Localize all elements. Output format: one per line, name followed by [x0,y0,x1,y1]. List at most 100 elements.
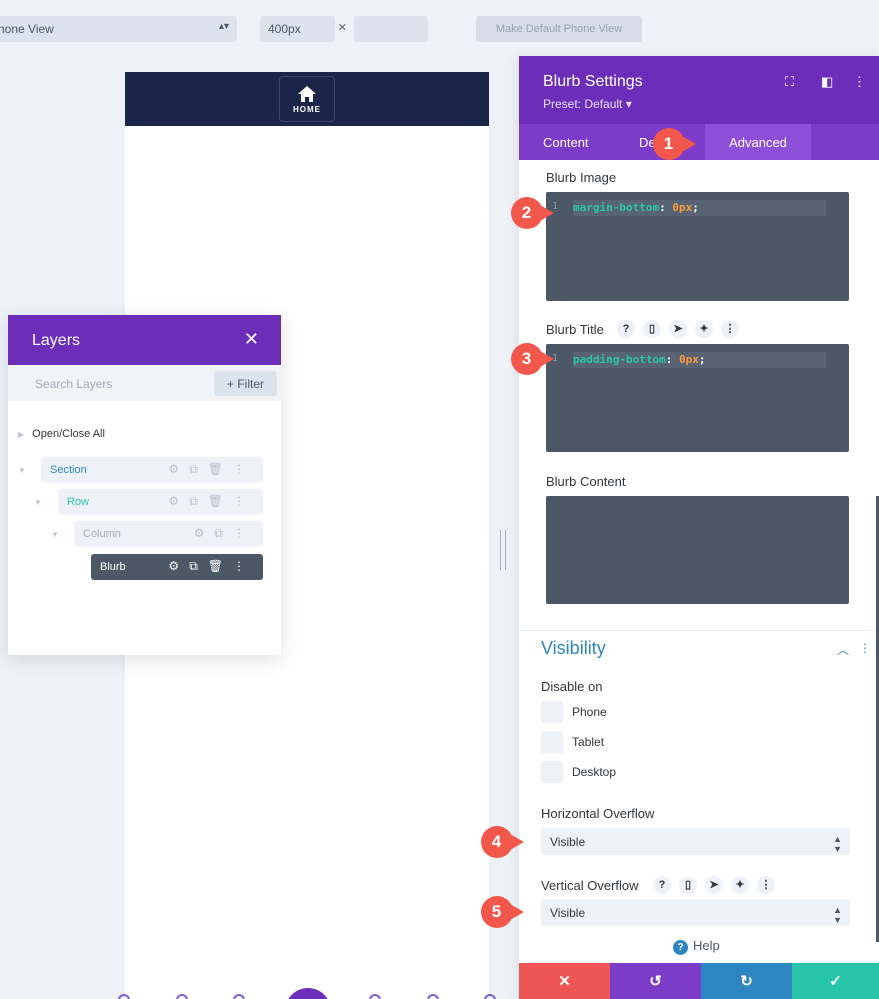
horizontal-overflow-label: Horizontal Overflow [541,806,655,821]
preset-selector[interactable]: Preset: Default ▾ [543,97,632,111]
tab-advanced[interactable]: Advanced [705,124,811,160]
select-arrows-icon: ▴▾ [218,21,229,32]
callout-marker-4: 4 [480,824,524,861]
preview-site-header: HOME [125,72,489,126]
section-divider [519,630,879,631]
more-icon[interactable]: ⋮ [233,494,255,508]
layers-header: Layers ✕ [8,315,281,365]
duplicate-icon[interactable]: ⧉ [189,494,208,508]
more-icon[interactable]: ⋮ [233,559,255,573]
cursor-icon[interactable]: ➤ [669,320,687,338]
css-property: padding-bottom [573,353,666,366]
more-icon[interactable]: ⋮ [859,641,871,655]
layers-panel: Layers ✕ Search Layers + Filter ▶ Open/Cl… [8,315,281,655]
cursor-icon[interactable]: ➤ [705,876,723,894]
css-value: 0px [672,201,693,214]
vertical-overflow-select[interactable]: Visible ▲ ▼ [541,899,850,926]
layer-actions: ⚙⧉🗑⋮ [168,559,255,574]
blurb-content-css-editor[interactable] [546,496,849,604]
question-icon[interactable]: ? [653,876,671,894]
filter-button[interactable]: + Filter [214,371,277,396]
view-mode-value: hone View [0,22,54,36]
builder-circle-button[interactable] [118,994,130,999]
checkbox[interactable] [541,701,563,723]
question-icon[interactable]: ? [617,320,635,338]
field-tools: ? ▯ ➤ ✦ ⋮ [617,320,747,338]
select-value: Visible [550,906,586,920]
callout-marker-1: 1 [652,126,696,163]
more-icon[interactable]: ⋮ [721,320,739,338]
disable-on-label: Disable on [541,679,603,694]
layer-item-column[interactable]: Column ⚙⧉⋮ [74,521,263,547]
gear-icon[interactable]: ⚙ [168,559,189,573]
search-layers-input[interactable]: Search Layers [35,377,112,391]
visibility-toggle[interactable]: Visibility [541,638,606,659]
view-mode-select[interactable]: hone View ▴▾ [0,16,237,42]
open-close-all-label: Open/Close All [32,428,105,440]
horizontal-overflow-select[interactable]: Visible ▲ ▼ [541,828,850,855]
builder-circle-button[interactable] [427,994,439,999]
phone-icon[interactable]: ▯ [679,876,697,894]
make-default-view-button[interactable]: Make Default Phone View [476,16,642,42]
phone-icon[interactable]: ▯ [643,320,661,338]
layer-item-row[interactable]: Row ⚙⧉🗑⋮ [58,489,263,515]
help-link[interactable]: ? Help [673,938,720,955]
builder-circle-button[interactable] [233,994,245,999]
settings-title: Blurb Settings [543,73,643,90]
close-icon: ✕ [558,973,571,990]
question-icon: ? [673,940,688,955]
layer-item-blurb[interactable]: Blurb ⚙⧉🗑⋮ [91,554,263,580]
pin-icon[interactable]: ✦ [731,876,749,894]
redo-button[interactable]: ↻ [701,963,792,999]
checkbox[interactable] [541,761,563,783]
trash-icon[interactable]: 🗑 [208,462,233,476]
layer-label: Blurb [100,561,126,573]
blurb-title-css-editor[interactable]: 1 padding-bottom: 0px; [546,344,849,452]
builder-circle-button[interactable] [369,994,381,999]
blurb-image-css-editor[interactable]: 1 margin-bottom: 0px; [546,192,849,301]
undo-button[interactable]: ↺ [610,963,701,999]
cancel-button[interactable]: ✕ [519,963,610,999]
pin-icon[interactable]: ✦ [695,320,713,338]
gear-icon[interactable]: ⚙ [194,526,215,540]
panel-resize-handle[interactable] [500,530,506,570]
more-icon[interactable]: ⋮ [233,526,255,540]
more-icon[interactable]: ⋮ [757,876,775,894]
trash-icon[interactable]: 🗑 [208,494,233,508]
tab-content[interactable]: Content [543,124,589,160]
close-icon[interactable]: ✕ [244,329,259,350]
caret-down-icon[interactable]: ▼ [51,530,59,539]
builder-circle-button[interactable] [484,994,496,999]
layer-item-section[interactable]: Section ⚙⧉🗑⋮ [41,457,263,483]
fullscreen-icon[interactable]: ⛶ [785,74,794,90]
home-nav-link[interactable]: HOME [279,76,335,122]
duplicate-icon[interactable]: ⧉ [189,462,208,476]
caret-down-icon[interactable]: ▼ [34,498,42,507]
split-view-icon[interactable]: ◧ [821,74,833,90]
blurb-settings-panel: Blurb Settings Preset: Default ▾ ⛶ ◧ ⋮ C… [519,56,879,999]
duplicate-icon[interactable]: ⧉ [214,526,233,540]
builder-circle-button[interactable] [176,994,188,999]
caret-down-icon[interactable]: ▼ [18,466,26,475]
top-toolbar: hone View ▴▾ 400px × Make Default Phone … [0,0,879,56]
layer-actions: ⚙⧉🗑⋮ [168,462,255,477]
option-label: Desktop [572,765,617,779]
gear-icon[interactable]: ⚙ [168,462,189,476]
checkbox[interactable] [541,731,563,753]
trash-icon[interactable]: 🗑 [208,559,233,573]
chevron-up-icon[interactable]: ︿ [837,641,849,658]
layers-search-bar: Search Layers + Filter [8,365,281,401]
save-button[interactable]: ✓ [792,963,879,999]
settings-tabs: Content De Advanced [519,124,879,160]
preview-width-input[interactable]: 400px [260,16,335,42]
preview-height-input[interactable] [354,16,428,42]
layer-label: Section [50,464,87,476]
more-icon[interactable]: ⋮ [853,74,866,90]
more-icon[interactable]: ⋮ [233,462,255,476]
duplicate-icon[interactable]: ⧉ [189,559,208,573]
gear-icon[interactable]: ⚙ [168,494,189,508]
callout-number: 5 [491,902,502,921]
settings-header: Blurb Settings Preset: Default ▾ ⛶ ◧ ⋮ [519,56,879,124]
open-close-all[interactable]: ▶ Open/Close All [18,428,105,454]
blurb-content-label: Blurb Content [546,474,626,489]
